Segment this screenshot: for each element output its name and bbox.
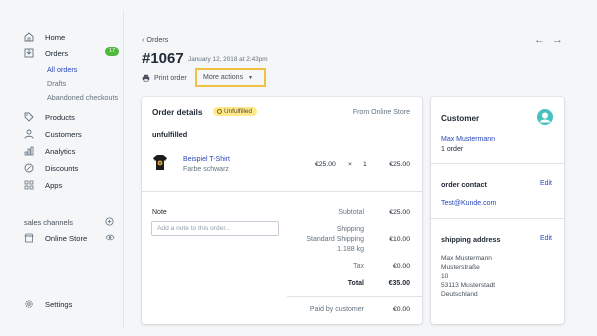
divider bbox=[431, 218, 564, 219]
sidebar-item-settings[interactable]: Settings bbox=[24, 298, 72, 310]
sidebar-item-discounts[interactable]: Discounts bbox=[24, 162, 78, 174]
status-dot-icon bbox=[217, 108, 222, 114]
note-label: Note bbox=[152, 209, 167, 216]
divider bbox=[142, 191, 422, 192]
line-item-name-link[interactable]: Beispiel T-Shirt bbox=[183, 156, 230, 163]
customer-title: Customer bbox=[441, 114, 480, 123]
fulfillment-heading: unfulfilled bbox=[152, 130, 188, 139]
print-order-label: Print order bbox=[154, 74, 187, 82]
sidebar-item-label: Settings bbox=[45, 299, 73, 309]
subtotal-label: Subtotal bbox=[338, 209, 364, 216]
sidebar-item-label: Discounts bbox=[45, 163, 79, 173]
orders-icon bbox=[24, 48, 34, 58]
status-badge-label: Unfulfilled bbox=[224, 108, 253, 115]
sidebar-subitem-abandoned-checkouts[interactable]: Abandoned checkouts bbox=[47, 93, 118, 102]
main-content: ‹ Orders ←→ #1067 January 12, 2018 at 2:… bbox=[125, 10, 580, 328]
line-item-unit-price: €25.00 bbox=[315, 161, 336, 168]
shipping-weight: 1.188 kg bbox=[337, 246, 364, 253]
sidebar-item-products[interactable]: Products bbox=[24, 111, 75, 123]
customer-order-count: 1 order bbox=[441, 146, 464, 153]
edit-shipping-address-link[interactable]: Edit bbox=[540, 235, 552, 242]
tax-value: €0.00 bbox=[392, 263, 410, 270]
orders-count-badge: 17 bbox=[105, 47, 120, 56]
order-details-card: Order details Unfulfilled From Online St… bbox=[142, 97, 422, 324]
product-thumbnail[interactable] bbox=[152, 154, 168, 171]
customer-card: Customer Max Mustermann 1 order order co… bbox=[431, 97, 564, 324]
caret-down-icon: ▼ bbox=[248, 75, 253, 81]
page-title: #1067 bbox=[142, 50, 184, 67]
paid-by-customer-value: €0.00 bbox=[392, 306, 410, 313]
eye-icon[interactable] bbox=[105, 233, 115, 242]
sidebar-item-label: Home bbox=[45, 32, 66, 42]
tax-label: Tax bbox=[353, 263, 364, 270]
store-icon bbox=[24, 233, 34, 243]
sidebar-item-apps[interactable]: Apps bbox=[24, 179, 62, 191]
status-badge: Unfulfilled bbox=[213, 107, 258, 116]
sidebar-item-customers[interactable]: Customers bbox=[24, 128, 82, 140]
sidebar-item-label: Orders bbox=[45, 48, 69, 58]
sidebar-subitem-all-orders[interactable]: All orders bbox=[47, 65, 77, 74]
previous-order-arrow-icon[interactable]: ← bbox=[534, 34, 552, 46]
address-line: 10 bbox=[441, 273, 449, 280]
sidebar-item-label: Apps bbox=[45, 180, 63, 190]
printer-icon bbox=[142, 74, 150, 82]
order-contact-title: order contact bbox=[441, 180, 487, 189]
print-order-button[interactable]: Print order bbox=[142, 74, 187, 82]
sidebar-item-label: Analytics bbox=[45, 146, 76, 156]
apps-icon bbox=[24, 180, 34, 190]
order-details-title: Order details bbox=[152, 108, 203, 117]
more-actions-label: More actions bbox=[203, 74, 244, 81]
next-order-arrow-icon[interactable]: → bbox=[552, 34, 570, 46]
sidebar: Home Orders 17 All orders Drafts Abandon… bbox=[18, 10, 124, 328]
subtotal-value: €25.00 bbox=[389, 209, 410, 216]
gear-icon bbox=[25, 300, 33, 308]
shipping-label: Shipping bbox=[336, 226, 364, 233]
address-line: Musterstraße bbox=[441, 264, 480, 271]
divider bbox=[287, 296, 422, 297]
tag-icon bbox=[24, 112, 34, 122]
shipping-method: Standard Shipping bbox=[306, 236, 364, 243]
total-label: Total bbox=[347, 280, 364, 287]
line-item-times: × bbox=[348, 161, 352, 168]
sales-channels-heading: sales channels bbox=[24, 218, 73, 227]
order-source: From Online Store bbox=[352, 109, 410, 116]
breadcrumb[interactable]: ‹ Orders bbox=[142, 35, 168, 44]
sidebar-subitem-drafts[interactable]: Drafts bbox=[47, 79, 66, 88]
divider bbox=[431, 163, 564, 164]
discount-icon bbox=[24, 163, 34, 173]
line-item-variant: Farbe schwarz bbox=[183, 166, 229, 173]
app-window: Home Orders 17 All orders Drafts Abandon… bbox=[0, 0, 597, 336]
shipping-value: €10.00 bbox=[389, 236, 410, 243]
person-icon bbox=[24, 129, 34, 139]
sidebar-item-label: Products bbox=[45, 112, 75, 122]
add-sales-channel-icon[interactable] bbox=[105, 217, 114, 226]
avatar bbox=[537, 109, 553, 125]
total-value: €35.00 bbox=[388, 280, 410, 287]
address-line: Max Mustermann bbox=[441, 255, 492, 262]
address-line: 53113 Musterstadt bbox=[441, 282, 496, 289]
sidebar-item-analytics[interactable]: Analytics bbox=[24, 145, 75, 157]
breadcrumb-orders-link[interactable]: Orders bbox=[146, 35, 168, 44]
order-date: January 12, 2018 at 2:43pm bbox=[188, 56, 268, 63]
sidebar-item-online-store[interactable]: Online Store bbox=[24, 232, 87, 244]
customer-name-link[interactable]: Max Mustermann bbox=[441, 136, 495, 143]
sidebar-item-label: Customers bbox=[45, 129, 82, 139]
sidebar-item-orders[interactable]: Orders bbox=[24, 47, 68, 59]
sidebar-item-home[interactable]: Home bbox=[24, 31, 65, 43]
edit-contact-link[interactable]: Edit bbox=[540, 180, 552, 187]
more-actions-button[interactable]: More actions ▼ bbox=[195, 68, 266, 87]
paid-by-customer-label: Paid by customer bbox=[309, 306, 364, 313]
note-input[interactable]: Add a note to this order... bbox=[151, 221, 279, 236]
line-item-quantity: 1 bbox=[363, 161, 367, 168]
sidebar-item-label: Online Store bbox=[45, 233, 88, 243]
address-line: Deutschland bbox=[441, 291, 478, 298]
shipping-address-title: shipping address bbox=[441, 235, 501, 244]
home-icon bbox=[24, 32, 34, 42]
bar-chart-icon bbox=[24, 146, 34, 156]
customer-email-link[interactable]: Test@Kunde.com bbox=[441, 200, 496, 207]
order-pagination: ←→ bbox=[534, 34, 570, 46]
line-item-total: €25.00 bbox=[389, 161, 410, 168]
